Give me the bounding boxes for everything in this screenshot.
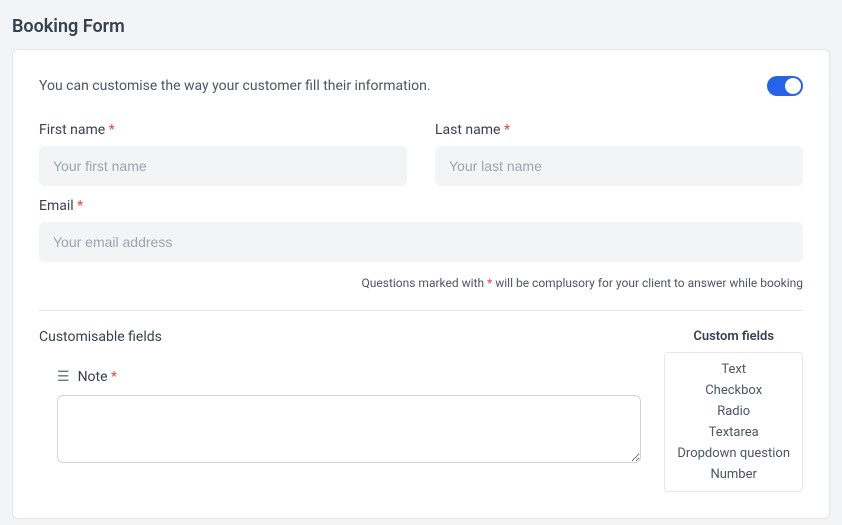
note-label-text: Note bbox=[78, 369, 108, 385]
email-input[interactable] bbox=[39, 222, 803, 262]
hint-suffix: will be complusory for your client to an… bbox=[492, 276, 803, 290]
email-label: Email * bbox=[39, 198, 803, 214]
toggle-knob bbox=[785, 78, 801, 94]
customise-toggle[interactable] bbox=[767, 76, 803, 96]
custom-fields-title: Custom fields bbox=[664, 329, 803, 344]
email-field: Email * bbox=[39, 198, 803, 262]
palette-item-dropdown[interactable]: Dropdown question bbox=[675, 443, 792, 464]
section-divider bbox=[39, 310, 803, 311]
palette-item-number[interactable]: Number bbox=[675, 464, 792, 485]
required-asterisk: * bbox=[77, 198, 83, 214]
name-row: First name * Last name * bbox=[39, 122, 803, 186]
required-hint: Questions marked with * will be compluso… bbox=[39, 276, 803, 290]
palette-item-textarea[interactable]: Textarea bbox=[675, 422, 792, 443]
first-name-label-text: First name bbox=[39, 122, 105, 138]
first-name-input[interactable] bbox=[39, 146, 407, 186]
palette-item-text[interactable]: Text bbox=[675, 359, 792, 380]
custom-right: Custom fields Text Checkbox Radio Textar… bbox=[664, 329, 803, 492]
note-label: Note * bbox=[78, 369, 118, 385]
note-textarea[interactable] bbox=[57, 395, 641, 463]
note-block: ☰ Note * bbox=[39, 369, 646, 467]
drag-handle-icon[interactable]: ☰ bbox=[57, 370, 70, 384]
last-name-input[interactable] bbox=[435, 146, 803, 186]
required-asterisk: * bbox=[109, 122, 115, 138]
customisable-fields-title: Customisable fields bbox=[39, 329, 646, 345]
custom-section: Customisable fields ☰ Note * Custom fiel… bbox=[39, 329, 803, 492]
last-name-label-text: Last name bbox=[435, 122, 500, 138]
field-palette: Text Checkbox Radio Textarea Dropdown qu… bbox=[664, 352, 803, 492]
first-name-field: First name * bbox=[39, 122, 407, 186]
custom-left: Customisable fields ☰ Note * bbox=[39, 329, 646, 467]
palette-item-radio[interactable]: Radio bbox=[675, 401, 792, 422]
last-name-label: Last name * bbox=[435, 122, 803, 138]
intro-text: You can customise the way your customer … bbox=[39, 78, 431, 94]
email-label-text: Email bbox=[39, 198, 74, 214]
last-name-field: Last name * bbox=[435, 122, 803, 186]
required-asterisk: * bbox=[504, 122, 510, 138]
page-title: Booking Form bbox=[0, 0, 842, 49]
hint-prefix: Questions marked with bbox=[362, 276, 488, 290]
note-header: ☰ Note * bbox=[57, 369, 646, 385]
required-asterisk: * bbox=[111, 369, 117, 385]
intro-row: You can customise the way your customer … bbox=[39, 76, 803, 96]
palette-item-checkbox[interactable]: Checkbox bbox=[675, 380, 792, 401]
booking-form-card: You can customise the way your customer … bbox=[12, 49, 830, 519]
first-name-label: First name * bbox=[39, 122, 407, 138]
